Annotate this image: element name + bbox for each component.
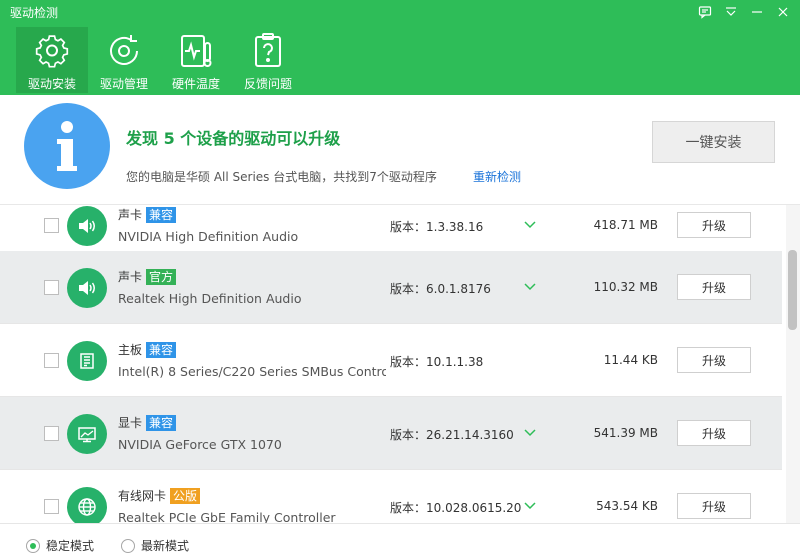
top-bar: 驱动检测 驱动安装 驱动管理 硬件温度 反馈问题 <box>0 0 800 95</box>
summary-subtitle: 您的电脑是华硕 All Series 台式电脑，共找到7个驱动程序 <box>126 170 437 184</box>
status-badge: 公版 <box>170 487 201 504</box>
device-name: Realtek High Definition Audio <box>118 291 302 306</box>
driver-version: 版本：1.3.38.16 <box>390 220 484 234</box>
nav-label: 硬件温度 <box>171 77 220 91</box>
nav-hardware-temp[interactable]: 硬件温度 <box>160 27 232 93</box>
mode-label: 稳定模式 <box>46 539 95 553</box>
update-button[interactable]: 升级 <box>677 493 751 519</box>
category-label: 声卡 <box>118 208 143 222</box>
device-category: 声卡 兼容 <box>118 206 177 223</box>
device-name: Intel(R) 8 Series/C220 Series SMBus Cont… <box>118 364 386 379</box>
table-row: 声卡 官方 Realtek High Definition Audio 版本：6… <box>0 251 782 324</box>
status-badge: 兼容 <box>146 206 177 223</box>
thermometer-icon <box>181 35 212 67</box>
motherboard-icon <box>67 341 107 381</box>
driver-size: 110.32 MB <box>593 280 658 294</box>
status-badge: 兼容 <box>146 414 177 431</box>
update-button[interactable]: 升级 <box>677 420 751 446</box>
question-clipboard-icon <box>255 33 281 67</box>
window-controls <box>694 2 794 22</box>
category-label: 主板 <box>118 343 143 357</box>
nav-label: 驱动安装 <box>27 77 76 91</box>
chevron-down-icon[interactable] <box>523 281 537 293</box>
mode-stable-option[interactable]: 稳定模式 <box>26 537 94 554</box>
install-all-button[interactable]: 一键安装 <box>652 121 775 163</box>
category-label: 声卡 <box>118 270 143 284</box>
table-row: 有线网卡 公版 Realtek PCIe GbE Family Controll… <box>0 470 782 523</box>
main-nav: 驱动安装 驱动管理 硬件温度 反馈问题 <box>16 27 304 93</box>
update-button[interactable]: 升级 <box>677 212 751 238</box>
nav-label: 驱动管理 <box>99 77 148 91</box>
device-category: 声卡 官方 <box>118 268 177 285</box>
scroll-thumb[interactable] <box>788 250 797 330</box>
feedback-icon[interactable] <box>694 2 716 22</box>
status-badge: 兼容 <box>146 341 177 358</box>
nav-label: 反馈问题 <box>243 77 292 91</box>
minimize-icon[interactable] <box>746 2 768 22</box>
device-category: 有线网卡 公版 <box>118 487 201 504</box>
monitor-icon <box>67 414 107 454</box>
update-button[interactable]: 升级 <box>677 347 751 373</box>
list-scrollbar[interactable] <box>786 205 800 523</box>
driver-size: 11.44 KB <box>603 353 658 367</box>
menu-icon[interactable] <box>720 2 742 22</box>
speaker-icon <box>67 206 107 246</box>
radio-button[interactable] <box>26 538 40 553</box>
refresh-gear-icon <box>110 35 138 65</box>
row-checkbox[interactable] <box>44 353 59 368</box>
row-checkbox[interactable] <box>44 426 59 441</box>
radio-button[interactable] <box>121 538 135 553</box>
nav-feedback[interactable]: 反馈问题 <box>232 27 304 93</box>
chevron-down-icon[interactable] <box>523 219 537 231</box>
driver-version: 版本：6.0.1.8176 <box>390 282 491 296</box>
row-checkbox[interactable] <box>44 499 59 514</box>
nav-driver-manage[interactable]: 驱动管理 <box>88 27 160 93</box>
nav-driver-install[interactable]: 驱动安装 <box>16 27 88 93</box>
category-label: 有线网卡 <box>118 489 167 503</box>
driver-size: 543.54 KB <box>596 499 658 513</box>
device-name: Realtek PCIe GbE Family Controller <box>118 510 336 523</box>
status-badge: 官方 <box>146 268 177 285</box>
row-checkbox[interactable] <box>44 280 59 295</box>
device-category: 显卡 兼容 <box>118 414 177 431</box>
mode-bar: 稳定模式 最新模式 <box>0 523 800 560</box>
table-row: 主板 兼容 Intel(R) 8 Series/C220 Series SMBu… <box>0 324 782 397</box>
device-category: 主板 兼容 <box>118 341 177 358</box>
chevron-down-icon[interactable] <box>523 500 537 512</box>
update-button[interactable]: 升级 <box>677 274 751 300</box>
mode-latest-option[interactable]: 最新模式 <box>121 537 189 554</box>
driver-version: 版本：26.21.14.3160 <box>390 428 514 442</box>
driver-version: 版本：10.028.0615.201 <box>390 501 522 515</box>
table-row: 显卡 兼容 NVIDIA GeForce GTX 1070 版本：26.21.1… <box>0 397 782 470</box>
summary-title: 发现 5 个设备的驱动可以升级 <box>126 129 341 148</box>
gear-icon <box>35 35 69 68</box>
info-icon <box>24 103 110 189</box>
window-title: 驱动检测 <box>10 6 59 20</box>
close-icon[interactable] <box>772 2 794 22</box>
driver-size: 418.71 MB <box>593 218 658 232</box>
row-checkbox[interactable] <box>44 218 59 233</box>
device-name: NVIDIA GeForce GTX 1070 <box>118 437 282 452</box>
mode-label: 最新模式 <box>141 539 190 553</box>
speaker-icon <box>67 268 107 308</box>
category-label: 显卡 <box>118 416 143 430</box>
driver-list: 声卡 兼容 NVIDIA High Definition Audio 版本：1.… <box>0 205 786 523</box>
globe-icon <box>67 487 107 523</box>
rescan-link[interactable]: 重新检测 <box>473 168 521 185</box>
device-name: NVIDIA High Definition Audio <box>118 229 299 244</box>
driver-size: 541.39 MB <box>593 426 658 440</box>
chevron-down-icon[interactable] <box>523 427 537 439</box>
driver-version: 版本：10.1.1.38 <box>390 355 484 369</box>
